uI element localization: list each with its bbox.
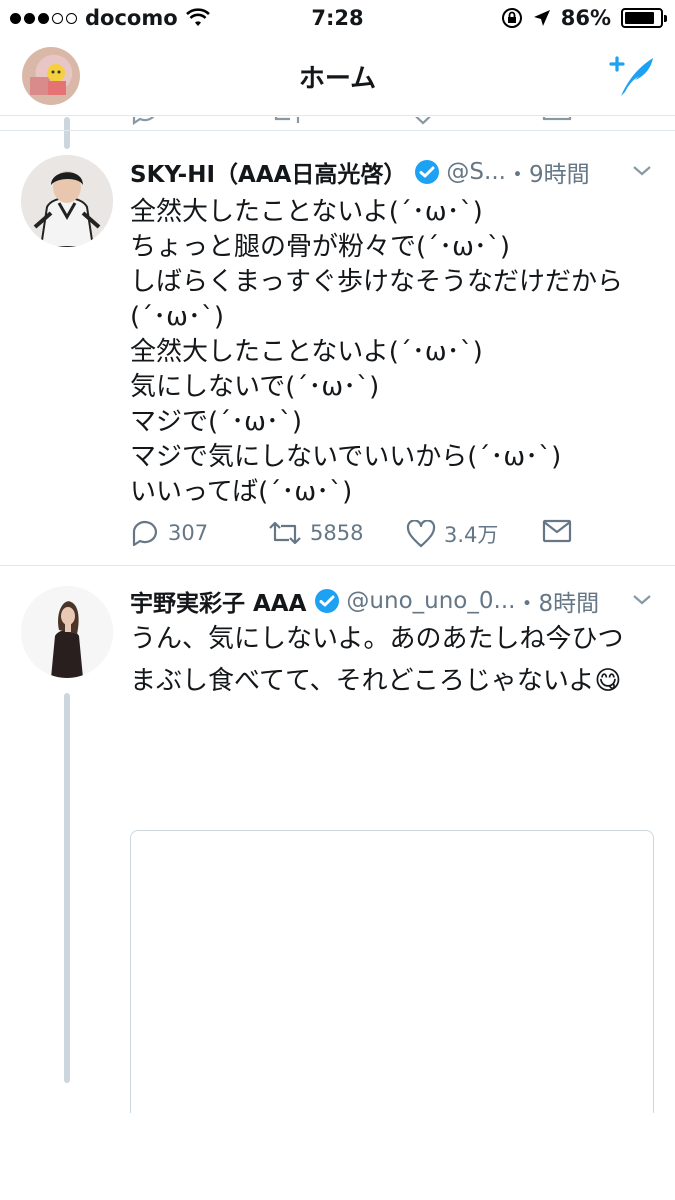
reply-button[interactable]: 307 xyxy=(130,519,208,547)
tweet-author-name[interactable]: 宇野実彩子 AAA xyxy=(130,584,306,618)
tweet[interactable]: 宇野実彩子 AAA @uno_uno_0... ・8時間 うん、気にしないよ。あ… xyxy=(0,566,675,1113)
tweet-text: 全然大したことないよ(´･ω･`) ちょっと腿の骨が粉々で(´･ω･`) しばら… xyxy=(130,195,655,510)
tweet-line: 気にしないで(´･ω･`) xyxy=(130,372,380,402)
tweet-avatar[interactable] xyxy=(21,155,113,247)
chevron-down-icon[interactable] xyxy=(631,159,653,181)
tweet-line: うん、気にしないよ。あのあたしね今ひつ xyxy=(130,624,624,654)
direct-message-button[interactable] xyxy=(542,519,572,543)
tweet-header: SKY-HI（AAA日高光啓） @S... ・9時間 xyxy=(130,155,653,189)
status-bar: docomo 7:28 86% xyxy=(0,0,675,40)
tweet-line: しばらくまっすぐ歩けなそうなだけだから xyxy=(130,267,623,297)
heart-icon xyxy=(406,520,436,548)
tweet-time: ・8時間 xyxy=(515,591,600,617)
retweet-icon xyxy=(269,521,301,545)
retweet-button[interactable]: 5858 xyxy=(268,519,363,547)
status-icons: 86% xyxy=(501,6,667,30)
tweet-line: (´･ω･`) xyxy=(130,302,225,332)
like-button[interactable]: 3.4万 xyxy=(406,519,498,549)
tweet-header xyxy=(130,700,653,734)
tweet-actions: 307 5858 3.4万 xyxy=(130,519,600,549)
battery-icon xyxy=(621,8,667,28)
tweet-line: まぶし食べてて、それどころじゃないよ😋 xyxy=(130,666,622,696)
tweet-line: 全然大したことないよ(´･ω･`) xyxy=(130,337,483,367)
tweet-line: 全然大したことないよ(´･ω･`) xyxy=(130,197,483,227)
tweet-handle[interactable]: @S... xyxy=(446,159,506,185)
tweet-avatar[interactable] xyxy=(21,586,113,678)
tweet-handle[interactable]: @uno_uno_0... xyxy=(346,588,515,614)
envelope-icon xyxy=(542,519,572,543)
like-count: 3.4万 xyxy=(444,523,499,547)
chevron-down-icon[interactable] xyxy=(631,588,653,610)
tweet-line: マジで気にしないでいいから(´･ω･`) xyxy=(130,442,562,472)
location-icon xyxy=(533,10,550,26)
compose-tweet-icon[interactable] xyxy=(609,52,657,100)
verified-badge-icon xyxy=(315,589,340,613)
tweet-author-name[interactable]: SKY-HI（AAA日高光啓） xyxy=(130,155,406,189)
page-title: ホーム xyxy=(298,64,377,94)
tweet-line: いいってば(´･ω･`) xyxy=(130,477,353,507)
tweet-time: ・9時間 xyxy=(505,162,590,188)
reply-count: 307 xyxy=(168,521,209,545)
battery-percent: 86% xyxy=(560,6,611,30)
retweet-count: 5858 xyxy=(310,521,364,545)
nav-bar: ホーム xyxy=(0,40,675,116)
reply-icon xyxy=(132,520,157,547)
timeline[interactable]: SKY-HI（AAA日高光啓） @S... ・9時間 全然大したことないよ(´･… xyxy=(0,117,675,1113)
tweet-text: うん、気にしないよ。あのあたしね今ひつ まぶし食べてて、それどころじゃないよ😋 xyxy=(130,618,655,702)
tweet-line: ちょっと腿の骨が粉々で(´･ω･`) xyxy=(130,232,511,262)
tweet-line: マジで(´･ω･`) xyxy=(130,407,303,437)
partial-tweet-actions xyxy=(130,117,610,129)
quoted-tweet[interactable] xyxy=(130,830,654,1113)
tweet-header: 宇野実彩子 AAA @uno_uno_0... ・8時間 xyxy=(130,584,653,618)
verified-badge-icon xyxy=(415,160,440,184)
tweet[interactable]: SKY-HI（AAA日高光啓） @S... ・9時間 全然大したことないよ(´･… xyxy=(0,131,675,565)
rotation-lock-icon xyxy=(501,8,522,28)
